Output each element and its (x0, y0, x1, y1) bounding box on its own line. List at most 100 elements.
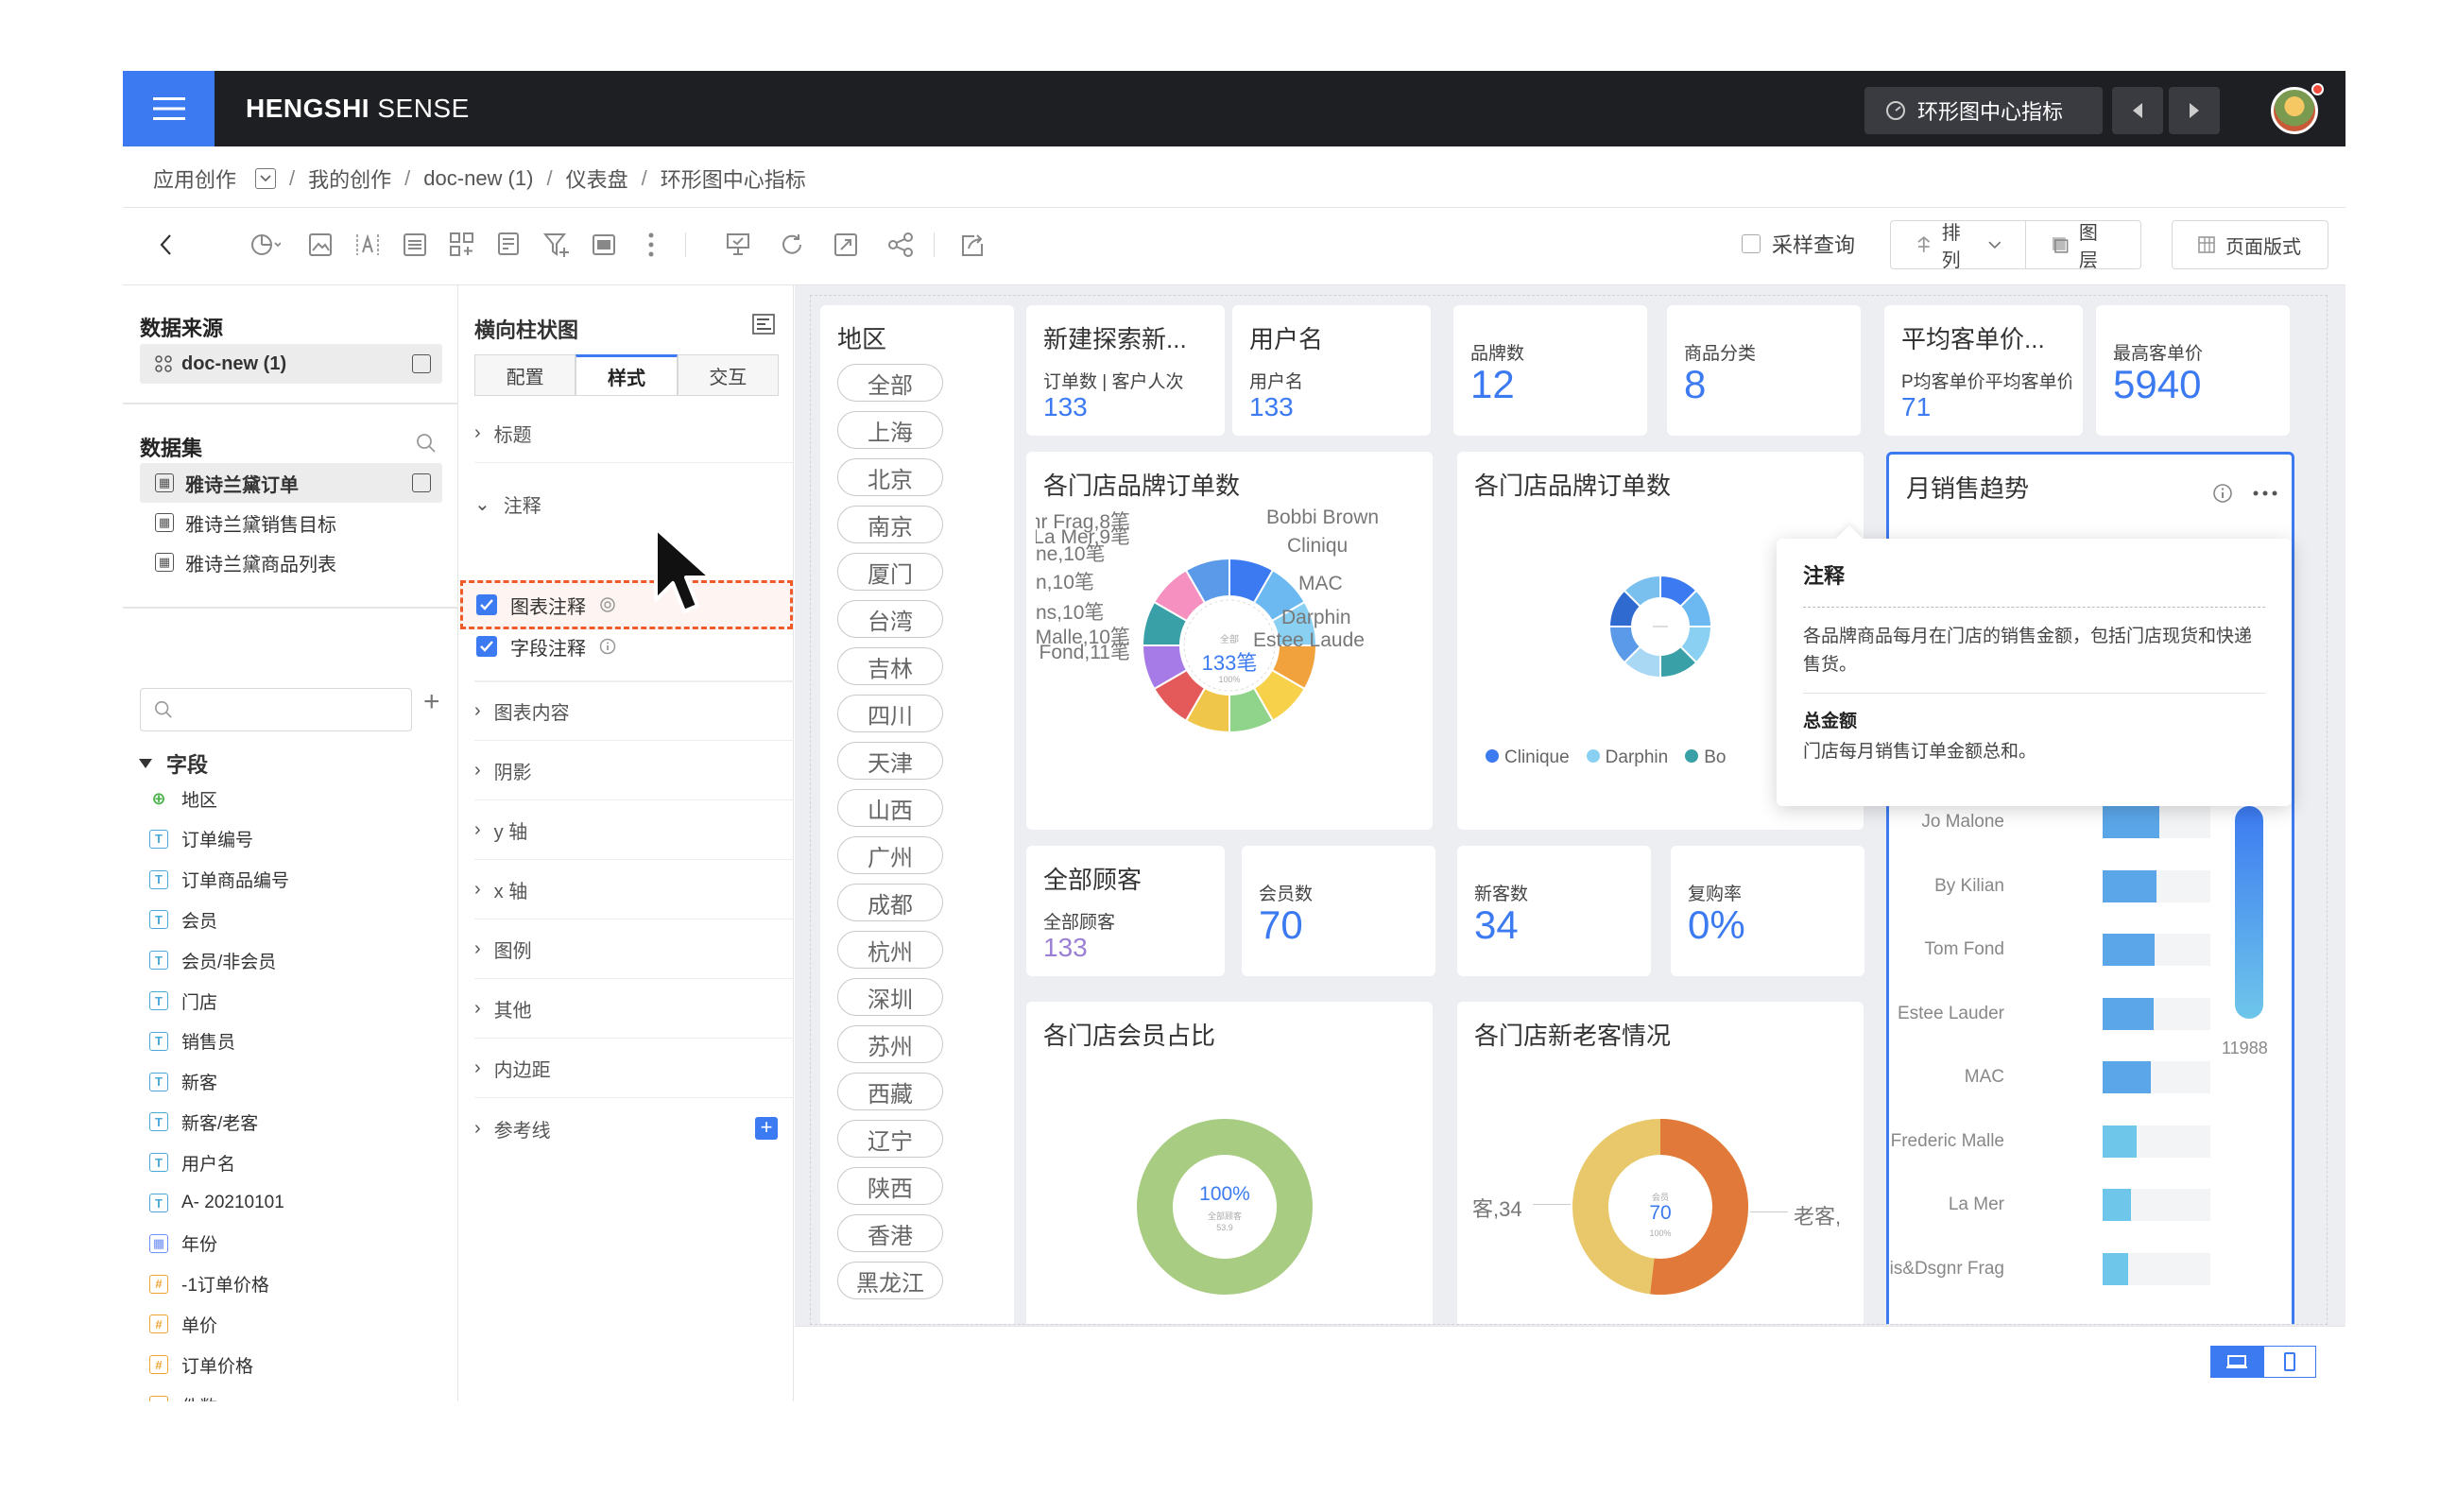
tab-config[interactable]: 配置 (474, 354, 576, 395)
field-item[interactable]: T 会员/非会员 (149, 946, 276, 974)
field-item[interactable]: # 件数 (149, 1391, 217, 1401)
region-pill[interactable]: 香港 (837, 1214, 943, 1252)
bar[interactable] (2103, 1189, 2131, 1221)
region-pill[interactable]: 辽宁 (837, 1120, 943, 1158)
add-field-button[interactable]: + (423, 686, 440, 718)
kpi-brand-card[interactable]: 品牌数 12 (1453, 305, 1647, 436)
region-pill[interactable]: 台湾 (837, 600, 943, 638)
legend-item[interactable]: Darphin (1586, 747, 1668, 768)
kpi-repurchase-card[interactable]: 复购率 0% (1671, 846, 1864, 976)
field-item[interactable]: T A- 20210101 (149, 1189, 284, 1217)
arrange-button[interactable]: 排列 (1891, 221, 2025, 271)
field-item[interactable]: T 订单商品编号 (149, 866, 289, 894)
region-pill[interactable]: 苏州 (837, 1025, 943, 1063)
section-reference-line[interactable]: › 参考线 (474, 1099, 794, 1158)
legend-item[interactable]: Bo (1685, 747, 1726, 768)
field-item[interactable]: T 会员 (149, 905, 217, 934)
add-chart-button[interactable] (246, 225, 285, 265)
kpi-user-card[interactable]: 用户名 用户名 133 (1232, 305, 1431, 436)
brand-orders-chart[interactable]: 各门店品牌订单数 全部 133笔 100% Dsgnr Frag,8笔La Me… (1026, 452, 1433, 830)
container-button[interactable] (584, 225, 624, 265)
region-pill[interactable]: 四川 (837, 695, 943, 732)
dataset-item[interactable]: ▦ 雅诗兰黛订单 (140, 463, 442, 503)
region-pill[interactable]: 南京 (837, 506, 943, 543)
field-item[interactable]: T 门店 (149, 987, 217, 1015)
section-x-axis[interactable]: › x 轴 (474, 861, 794, 919)
section-shadow[interactable]: › 阴影 (474, 742, 794, 800)
region-pill[interactable]: 陕西 (837, 1167, 943, 1205)
kpi-explore-card[interactable]: 新建探索新... 订单数 | 客户人次 133 (1026, 305, 1225, 436)
field-item[interactable]: ⊕ 地区 (149, 784, 217, 813)
section-padding[interactable]: › 内边距 (474, 1040, 794, 1098)
section-legend[interactable]: › 图例 (474, 920, 794, 979)
new-old-customers-chart[interactable]: 各门店新老客情况 会员 70 100% 客,34 老客, (1457, 1002, 1864, 1324)
back-button[interactable] (146, 225, 185, 265)
tab-interaction[interactable]: 交互 (677, 354, 779, 395)
section-y-axis[interactable]: › y 轴 (474, 801, 794, 860)
info-icon[interactable] (2212, 483, 2233, 504)
chevron-down-icon[interactable] (255, 168, 277, 189)
breadcrumb-root[interactable]: 应用创作 (153, 163, 236, 194)
region-pill[interactable]: 山西 (837, 789, 943, 827)
filter-button[interactable] (537, 225, 576, 265)
bar-chart-icon[interactable] (752, 314, 775, 335)
form-button[interactable] (490, 225, 529, 265)
region-pill[interactable]: 北京 (837, 458, 943, 496)
field-note-checkbox[interactable]: 字段注释 (476, 629, 616, 663)
region-pill[interactable]: 深圳 (837, 978, 943, 1016)
settings-icon[interactable] (599, 596, 616, 613)
bar[interactable] (2103, 997, 2154, 1030)
section-annotation[interactable]: ⌄ 注释 (474, 474, 794, 533)
bar[interactable] (2103, 934, 2156, 966)
mobile-view-button[interactable] (2263, 1346, 2316, 1378)
share-button[interactable] (881, 225, 920, 265)
region-pill[interactable]: 杭州 (837, 931, 943, 969)
fields-header[interactable]: 字段 (138, 748, 208, 779)
present-button[interactable] (718, 225, 758, 265)
kpi-category-card[interactable]: 商品分类 8 (1667, 305, 1861, 436)
more-button[interactable] (631, 225, 671, 265)
member-ratio-chart[interactable]: 各门店会员占比 100% 全部顾客 53.9 (1026, 1002, 1433, 1324)
search-icon[interactable] (416, 433, 437, 454)
bar[interactable] (2103, 1252, 2128, 1285)
refresh-button[interactable] (772, 225, 812, 265)
section-other[interactable]: › 其他 (474, 980, 794, 1039)
more-horizontal-icon[interactable] (2253, 490, 2277, 496)
donut-chart-2[interactable] (1608, 575, 1712, 679)
kpi-avg-card[interactable]: 平均客单价... P均客单价平均客单价 71 (1884, 305, 2083, 436)
prev-button[interactable] (2112, 87, 2163, 134)
field-item[interactable]: ▦ 年份 (149, 1229, 217, 1258)
next-button[interactable] (2169, 87, 2220, 134)
table-button[interactable] (395, 225, 435, 265)
tab-style[interactable]: 样式 (576, 354, 678, 395)
copy-icon[interactable] (412, 473, 431, 492)
menu-button[interactable] (123, 71, 215, 146)
region-pill[interactable]: 全部 (837, 364, 943, 402)
page-format-button[interactable]: 页面版式 (2172, 220, 2328, 269)
fullscreen-button[interactable] (826, 225, 866, 265)
dataset-item[interactable]: ▦ 雅诗兰黛商品列表 (140, 542, 442, 582)
bar[interactable] (2103, 1061, 2151, 1093)
field-item[interactable]: T 订单编号 (149, 825, 253, 853)
field-item[interactable]: T 新客/老客 (149, 1108, 258, 1136)
sample-query-checkbox[interactable] (1742, 234, 1761, 253)
section-title[interactable]: › 标题 (474, 404, 794, 463)
desktop-view-button[interactable] (2210, 1346, 2263, 1378)
region-pill[interactable]: 广州 (837, 836, 943, 874)
breadcrumb-item[interactable]: 仪表盘 (566, 163, 628, 194)
region-pill[interactable]: 上海 (837, 411, 943, 449)
field-item[interactable]: # 单价 (149, 1310, 217, 1338)
region-pill[interactable]: 黑龙江 (837, 1262, 943, 1299)
legend-item[interactable]: Clinique (1486, 747, 1570, 768)
copy-icon[interactable] (412, 354, 431, 373)
sample-query-toggle[interactable]: 采样查询 (1742, 229, 1855, 259)
component-button[interactable] (442, 225, 482, 265)
dashboard-selector[interactable]: 环形图中心指标 (1864, 87, 2103, 134)
kpi-customers-card[interactable]: 全部顾客 全部顾客 133 (1026, 846, 1225, 976)
field-item[interactable]: # -1订单价格 (149, 1270, 269, 1298)
field-search-input[interactable] (140, 688, 412, 731)
kpi-members-card[interactable]: 会员数 70 (1242, 846, 1435, 976)
field-item[interactable]: T 用户名 (149, 1148, 235, 1177)
region-pill[interactable]: 天津 (837, 742, 943, 780)
image-button[interactable] (301, 225, 340, 265)
